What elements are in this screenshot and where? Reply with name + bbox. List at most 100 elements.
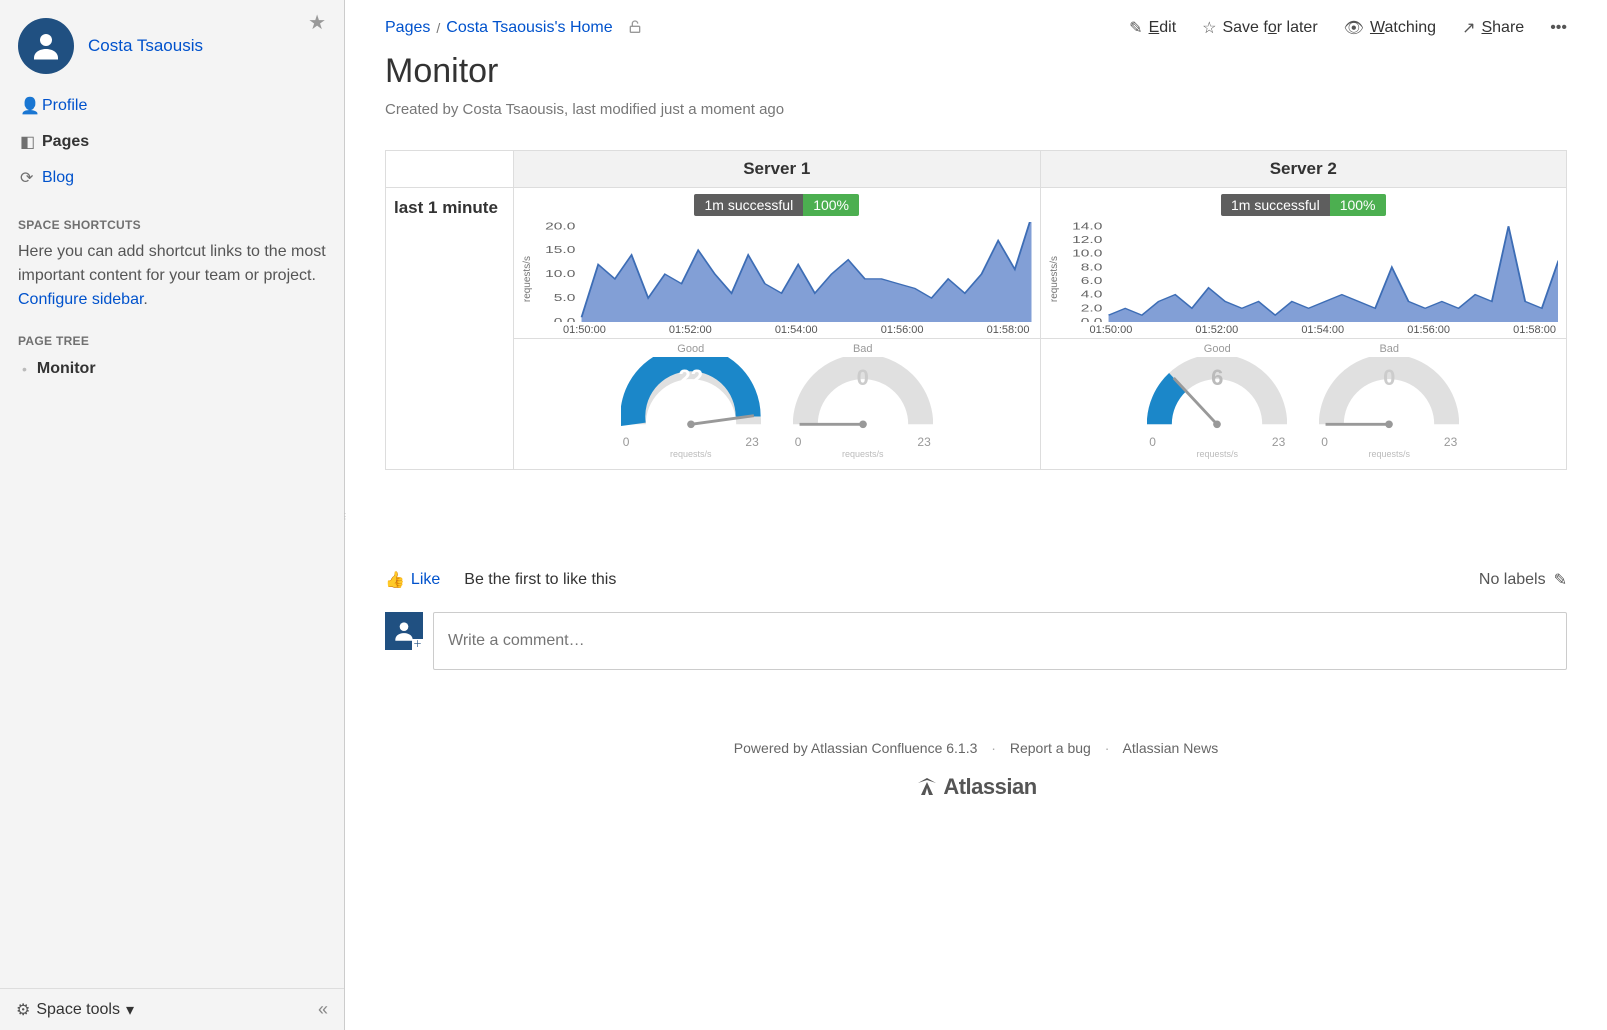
watching-button[interactable]: 👁Watching xyxy=(1344,18,1436,38)
pencil-icon: ✎ xyxy=(1129,18,1142,38)
chart-server-2: 1m successful100% requests/s 0.0 2.0 4.06.… xyxy=(1040,188,1567,339)
sidebar-item-label: Blog xyxy=(42,169,74,187)
gear-icon: ⚙ xyxy=(16,1000,30,1020)
footer-report-bug[interactable]: Report a bug xyxy=(1010,740,1091,756)
chevron-down-icon: ▾ xyxy=(126,1000,134,1020)
gauge-good: Good 6 023 requests/s xyxy=(1137,343,1297,459)
svg-text:10.0: 10.0 xyxy=(545,268,575,280)
more-actions-button[interactable]: ••• xyxy=(1550,19,1567,37)
no-labels-text: No labels xyxy=(1479,571,1546,589)
sidebar-resize-handle[interactable]: ⋮ xyxy=(341,515,347,535)
gauge-good: Good 22 023 requests/s xyxy=(611,343,771,459)
space-name-link[interactable]: Costa Tsaousis xyxy=(88,36,203,56)
footer-powered: Powered by Atlassian Confluence 6.1.3 xyxy=(734,740,978,756)
pages-icon: ◧ xyxy=(20,132,42,152)
monitor-table: Server 1 Server 2 last 1 minute 1m succe… xyxy=(385,150,1567,470)
page-tree-heading: PAGE TREE xyxy=(18,334,326,348)
footer-links: Powered by Atlassian Confluence 6.1.3 · … xyxy=(345,740,1607,756)
sidebar-item-pages[interactable]: ◧Pages xyxy=(18,124,326,160)
svg-text:5.0: 5.0 xyxy=(554,292,576,304)
rss-icon: ⟳ xyxy=(20,168,42,188)
table-corner xyxy=(386,151,514,188)
svg-text:20.0: 20.0 xyxy=(545,222,575,232)
sidebar-footer: ⚙ Space tools ▾ « xyxy=(0,988,344,1030)
shortcuts-text: Here you can add shortcut links to the m… xyxy=(18,243,326,284)
atlassian-icon xyxy=(915,775,939,799)
main: Pages / Costa Tsaousis's Home ✎Edit ☆Sav… xyxy=(345,0,1607,1030)
avatar-icon xyxy=(18,18,74,74)
svg-text:15.0: 15.0 xyxy=(545,244,575,256)
collapse-sidebar-button[interactable]: « xyxy=(318,999,328,1020)
area-chart: 0.0 5.0 10.0 15.0 20.0 xyxy=(535,222,1032,322)
space-header: Costa Tsaousis ★ xyxy=(18,10,326,88)
page-actions: ✎Edit ☆Save for later 👁Watching ↗Share •… xyxy=(1129,18,1567,38)
person-icon: 👤 xyxy=(20,96,42,116)
breadcrumb-pages[interactable]: Pages xyxy=(385,19,430,37)
thumbs-up-icon: 👍 xyxy=(385,570,405,590)
sidebar: Costa Tsaousis ★ 👤Profile◧Pages⟳Blog SPA… xyxy=(0,0,345,1030)
breadcrumb-parent[interactable]: Costa Tsaousis's Home xyxy=(446,19,612,37)
ellipsis-icon: ••• xyxy=(1550,19,1567,37)
space-tools-button[interactable]: ⚙ Space tools ▾ xyxy=(16,1000,134,1020)
chart-xticks: 01:50:0001:52:0001:54:0001:56:0001:58:00 xyxy=(1062,322,1559,336)
page-tree-item[interactable]: Monitor xyxy=(22,356,326,382)
add-comment-plus-icon: ＋ xyxy=(412,639,423,650)
comment-row: ＋ xyxy=(385,612,1567,670)
svg-text:0.0: 0.0 xyxy=(554,316,576,322)
sidebar-item-blog[interactable]: ⟳Blog xyxy=(18,160,326,196)
share-icon: ↗ xyxy=(1462,18,1475,38)
breadcrumb-row: Pages / Costa Tsaousis's Home ✎Edit ☆Sav… xyxy=(385,18,1567,38)
star-icon[interactable]: ★ xyxy=(308,10,326,35)
page-tree: Monitor xyxy=(18,356,326,382)
col-server-1: Server 1 xyxy=(514,151,1041,188)
chart-xticks: 01:50:0001:52:0001:54:0001:56:0001:58:00 xyxy=(535,322,1032,336)
shortcuts-heading: SPACE SHORTCUTS xyxy=(18,218,326,232)
eye-icon: 👁 xyxy=(1344,18,1364,38)
comment-avatar-icon: ＋ xyxy=(385,612,423,650)
gauge-bad: Bad 0 023 requests/s xyxy=(783,343,943,459)
atlassian-logo: Atlassian xyxy=(345,774,1607,800)
sidebar-nav: 👤Profile◧Pages⟳Blog xyxy=(18,88,326,196)
svg-text:8.0: 8.0 xyxy=(1080,261,1102,273)
chart-ylabel: requests/s xyxy=(522,256,533,302)
sidebar-item-label: Pages xyxy=(42,133,89,151)
edit-button[interactable]: ✎Edit xyxy=(1129,18,1176,38)
svg-text:4.0: 4.0 xyxy=(1080,288,1102,300)
configure-sidebar-link[interactable]: Configure sidebar xyxy=(18,291,143,308)
sidebar-item-profile[interactable]: 👤Profile xyxy=(18,88,326,124)
svg-text:2.0: 2.0 xyxy=(1080,302,1102,314)
page-meta: Created by Costa Tsaousis, last modified… xyxy=(385,101,1567,118)
chart-server-1: 1m successful100% requests/s 0.0 5.0 10.0 1… xyxy=(514,188,1041,339)
shortcuts-blurb: Here you can add shortcut links to the m… xyxy=(18,240,326,312)
gauge-bad: Bad 0 023 requests/s xyxy=(1309,343,1469,459)
sidebar-item-label: Profile xyxy=(42,97,87,115)
page-title: Monitor xyxy=(385,52,1567,91)
area-chart: 0.0 2.0 4.06.0 8.0 10.012.0 14.0 xyxy=(1062,222,1559,322)
status-badge: 1m successful100% xyxy=(1049,194,1559,216)
col-server-2: Server 2 xyxy=(1040,151,1567,188)
gauges-server-1: Good 22 023 requests/s Bad 0 023 request… xyxy=(514,339,1041,470)
edit-labels-button[interactable]: ✎ xyxy=(1554,570,1567,590)
svg-text:0.0: 0.0 xyxy=(1080,316,1102,322)
space-tools-label: Space tools xyxy=(36,1001,120,1019)
svg-text:6.0: 6.0 xyxy=(1080,275,1102,287)
svg-text:12.0: 12.0 xyxy=(1072,234,1102,246)
comment-input[interactable] xyxy=(433,612,1567,670)
gauges-server-2: Good 6 023 requests/s Bad 0 023 requests… xyxy=(1040,339,1567,470)
chart-ylabel: requests/s xyxy=(1049,256,1060,302)
share-button[interactable]: ↗Share xyxy=(1462,18,1524,38)
svg-text:10.0: 10.0 xyxy=(1072,247,1102,259)
like-label: Like xyxy=(411,571,440,589)
star-outline-icon: ☆ xyxy=(1202,18,1216,38)
svg-text:14.0: 14.0 xyxy=(1072,222,1102,232)
breadcrumb-separator: / xyxy=(436,20,440,36)
atlassian-text: Atlassian xyxy=(943,774,1036,800)
status-badge: 1m successful100% xyxy=(522,194,1032,216)
save-for-later-button[interactable]: ☆Save for later xyxy=(1202,18,1318,38)
like-first-text: Be the first to like this xyxy=(464,571,616,589)
row-label: last 1 minute xyxy=(386,188,514,470)
like-button[interactable]: 👍 Like xyxy=(385,570,440,590)
unlock-icon[interactable] xyxy=(627,19,643,38)
footer-news[interactable]: Atlassian News xyxy=(1123,740,1219,756)
like-row: 👍 Like Be the first to like this No labe… xyxy=(385,570,1567,590)
